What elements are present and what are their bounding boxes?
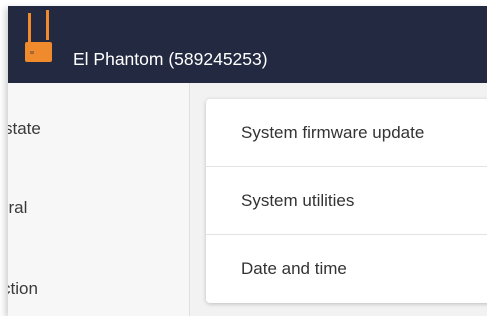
sidebar-item-connection[interactable]: ction xyxy=(8,278,183,300)
main-content: System firmware update System utilities … xyxy=(190,83,487,316)
router-icon xyxy=(20,10,56,66)
menu-item-firmware-update[interactable]: System firmware update xyxy=(206,99,487,167)
app-header: El Phantom (589245253) xyxy=(8,6,487,83)
device-title: El Phantom (589245253) xyxy=(73,49,268,69)
sidebar: state eral ction xyxy=(8,83,190,316)
sidebar-item-status[interactable]: state xyxy=(8,118,185,140)
app-window: El Phantom (589245253) state eral ction … xyxy=(8,6,487,316)
menu-item-date-time[interactable]: Date and time xyxy=(206,235,487,303)
menu-item-system-utilities[interactable]: System utilities xyxy=(206,167,487,235)
system-menu-card: System firmware update System utilities … xyxy=(206,99,487,303)
sidebar-item-general[interactable]: eral xyxy=(8,197,180,219)
